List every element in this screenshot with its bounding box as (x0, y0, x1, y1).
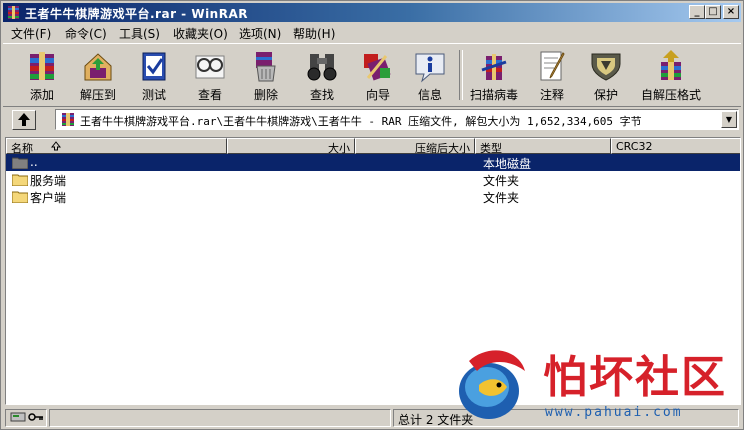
test-icon (142, 52, 166, 81)
item-type: 文件夹 (483, 191, 520, 205)
menu-file[interactable]: 文件(F) (11, 25, 51, 42)
winrar-window: 王者牛牛棋牌游戏平台.rar - WinRAR _ □ × 文件(F) 命令(C… (0, 0, 744, 430)
title-bar[interactable]: 王者牛牛棋牌游戏平台.rar - WinRAR _ □ × (3, 3, 741, 22)
extract-to-icon (84, 53, 112, 81)
find-icon (307, 54, 337, 81)
item-name: 客户端 (30, 191, 67, 205)
view-icon (195, 55, 225, 79)
winrar-app-icon[interactable] (6, 5, 21, 20)
list-item-client[interactable]: 客户端 文件夹 (6, 188, 740, 205)
menu-favorites[interactable]: 收藏夹(O) (173, 25, 228, 42)
delete-icon (256, 52, 276, 82)
path-dropdown-button[interactable]: ▼ (721, 111, 737, 128)
extract-to-button[interactable]: 解压到 (69, 48, 127, 104)
view-label: 查看 (197, 88, 222, 102)
watermark-text: 怕坏社区 (543, 352, 727, 403)
close-button[interactable]: × (723, 5, 739, 19)
watermark-url: www.pahuai.com (545, 405, 683, 420)
add-label: 添加 (29, 88, 54, 102)
path-text: 王者牛牛棋牌游戏平台.rar\王者牛牛棋牌游戏\王者牛牛 - RAR 压缩文件,… (80, 115, 642, 128)
window-title: 王者牛牛棋牌游戏平台.rar - WinRAR (25, 7, 248, 21)
list-item-parent[interactable]: .. 本地磁盘 (6, 154, 740, 171)
column-name[interactable]: 名称 (6, 138, 227, 155)
sort-ascending-icon (51, 141, 61, 151)
add-button[interactable]: 添加 (13, 48, 71, 104)
wizard-button[interactable]: 向导 (349, 48, 407, 104)
folder-icon (12, 191, 28, 203)
virus-scan-label: 扫描病毒 (469, 88, 518, 102)
add-archive-icon (30, 52, 54, 80)
address-bar: 王者牛牛棋牌游戏平台.rar\王者牛牛棋牌游戏\王者牛牛 - RAR 压缩文件,… (3, 107, 741, 133)
column-crc[interactable]: CRC32 (611, 138, 740, 154)
column-size[interactable]: 大小 (227, 138, 355, 155)
watermark: 怕坏社区 www.pahuai.com (449, 341, 739, 425)
arrow-up-icon (18, 113, 30, 126)
test-label: 测试 (141, 88, 166, 102)
toolbar-separator (459, 50, 463, 100)
comment-button[interactable]: 注释 (523, 48, 581, 104)
status-selection-panel (49, 409, 391, 427)
toolbar: 添加 解压到 测试 查看 删除 查找 向导 信息 扫描病毒 注释 保护 自解压格… (3, 43, 741, 107)
path-combobox[interactable]: 王者牛牛棋牌游戏平台.rar\王者牛牛棋牌游戏\王者牛牛 - RAR 压缩文件,… (55, 109, 739, 130)
virus-scan-button[interactable]: 扫描病毒 (465, 48, 523, 104)
info-icon (415, 53, 445, 83)
item-name: 服务端 (30, 174, 67, 188)
item-name: .. (30, 155, 38, 169)
protect-icon (591, 53, 621, 81)
menu-options[interactable]: 选项(N) (239, 25, 281, 42)
delete-label: 删除 (253, 88, 278, 102)
protect-button[interactable]: 保护 (577, 48, 635, 104)
view-button[interactable]: 查看 (181, 48, 239, 104)
list-item-server[interactable]: 服务端 文件夹 (6, 171, 740, 188)
menu-tools[interactable]: 工具(S) (119, 25, 160, 42)
comment-icon (540, 51, 565, 81)
virus-scan-icon (481, 54, 507, 80)
menu-help[interactable]: 帮助(H) (293, 25, 335, 42)
status-icons-panel (5, 409, 47, 427)
sfx-label: 自解压格式 (640, 88, 701, 102)
list-header: 名称 大小 压缩后大小 类型 CRC32 (6, 138, 740, 155)
item-type: 本地磁盘 (483, 157, 532, 171)
wizard-icon (364, 54, 391, 81)
column-packed[interactable]: 压缩后大小 (355, 138, 475, 155)
delete-button[interactable]: 删除 (237, 48, 295, 104)
rar-archive-icon (62, 113, 74, 126)
info-button[interactable]: 信息 (401, 48, 459, 104)
minimize-button[interactable]: _ (689, 5, 705, 19)
wizard-label: 向导 (365, 88, 390, 102)
test-button[interactable]: 测试 (125, 48, 183, 104)
sfx-icon (661, 50, 681, 80)
menu-bar: 文件(F) 命令(C) 工具(S) 收藏夹(O) 选项(N) 帮助(H) (3, 23, 741, 42)
up-folder-button[interactable] (12, 110, 36, 130)
drive-folder-icon (12, 157, 28, 169)
maximize-button[interactable]: □ (705, 5, 721, 19)
folder-icon (12, 174, 28, 186)
protect-label: 保护 (593, 88, 618, 102)
extract-to-label: 解压到 (79, 88, 116, 102)
sfx-button[interactable]: 自解压格式 (639, 48, 703, 104)
drive-key-icon (10, 412, 43, 422)
item-type: 文件夹 (483, 174, 520, 188)
watermark-logo-icon (459, 350, 525, 419)
info-label: 信息 (417, 88, 442, 102)
find-button[interactable]: 查找 (293, 48, 351, 104)
comment-label: 注释 (539, 88, 564, 102)
find-label: 查找 (309, 88, 334, 102)
column-type[interactable]: 类型 (475, 138, 611, 155)
menu-commands[interactable]: 命令(C) (65, 25, 107, 42)
